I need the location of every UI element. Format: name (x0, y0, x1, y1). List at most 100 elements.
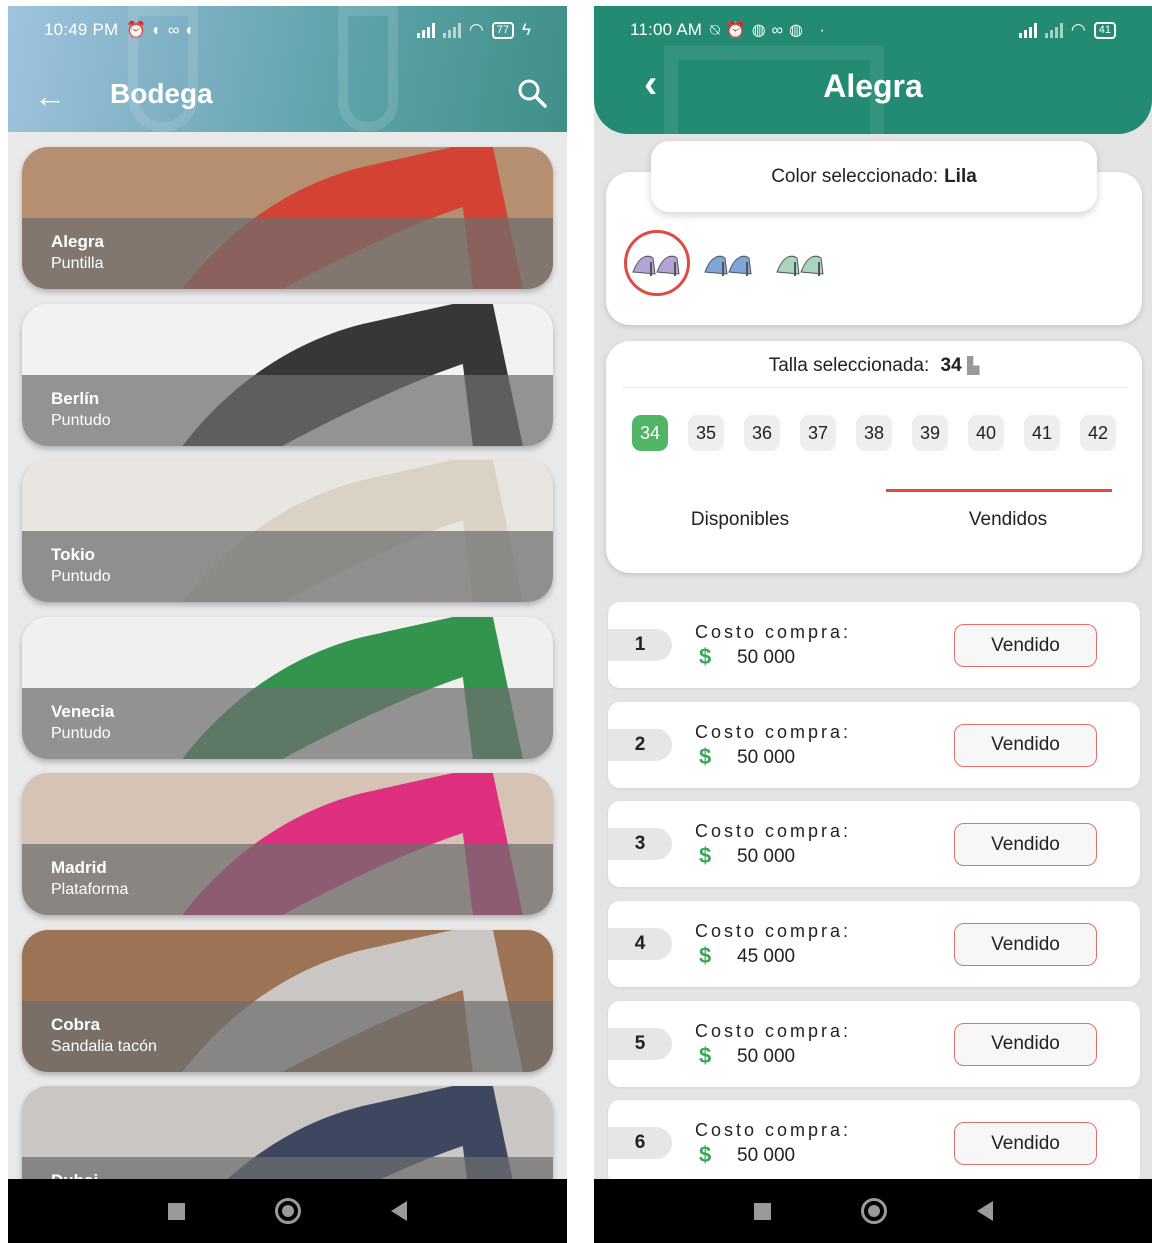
phone-screen-bodega: 10:49 PM ⏰◐∞◐ ◠ 77 ϟ ← Bodega Alegra Punt… (8, 6, 567, 1243)
dollar-icon: $ (699, 1142, 712, 1168)
tab-sold[interactable]: Vendidos (874, 481, 1142, 541)
recents-icon[interactable] (168, 1202, 185, 1220)
sold-list: 1 Costo compra: $50 000 Vendido 2 Costo compr… (608, 602, 1140, 1200)
back-icon[interactable] (976, 1201, 993, 1221)
product-name: Madrid (51, 858, 107, 877)
signal-icon (1018, 22, 1037, 38)
size-option-37[interactable]: 37 (800, 415, 836, 451)
search-icon[interactable] (515, 76, 549, 110)
page-title: Bodega (110, 78, 213, 109)
sold-item-row: 5 Costo compra: $50 000 Vendido (608, 1000, 1140, 1087)
home-icon[interactable] (275, 1198, 301, 1224)
product-card[interactable]: Berlín Puntudo (22, 303, 553, 446)
android-nav-bar (8, 1179, 567, 1243)
cost-value: 50 000 (737, 846, 796, 868)
page-title: Alegra (823, 68, 923, 104)
product-label-band (22, 844, 553, 915)
size-option-42[interactable]: 42 (1080, 415, 1116, 451)
sold-button[interactable]: Vendido (954, 1122, 1097, 1166)
sold-item-row: 4 Costo compra: $45 000 Vendido (608, 901, 1140, 988)
home-icon[interactable] (860, 1198, 887, 1224)
cost-value: 50 000 (737, 1145, 796, 1167)
size-option-40[interactable]: 40 (968, 415, 1004, 451)
cost-label: Costo compra: (695, 1120, 852, 1141)
status-time: 10:49 PM (44, 20, 119, 39)
cost-value: 50 000 (737, 647, 796, 668)
cost-label: Costo compra: (695, 921, 852, 942)
product-category: Sandalia tacón (51, 1037, 157, 1055)
product-label-band (22, 531, 553, 602)
signal-icon (1044, 22, 1063, 38)
sold-button[interactable]: Vendido (954, 823, 1097, 867)
product-label-band (22, 374, 553, 446)
sold-item-row: 6 Costo compra: $50 000 Vendido (608, 1100, 1140, 1187)
tabs: Disponibles Vendidos (606, 481, 1142, 541)
size-option-41[interactable]: 41 (1024, 415, 1060, 451)
status-right: ◠ 41 (1018, 20, 1116, 40)
product-card[interactable]: Madrid Plataforma (22, 773, 553, 915)
color-swatches (624, 230, 834, 296)
size-options: 34 35 36 37 38 39 40 41 42 (632, 415, 1116, 451)
product-name: Cobra (51, 1014, 101, 1034)
sold-button[interactable]: Vendido (954, 1022, 1097, 1066)
back-icon[interactable] (391, 1201, 407, 1221)
product-category: Puntilla (51, 255, 104, 272)
product-category: Puntudo (51, 568, 111, 585)
wifi-icon: ◠ (468, 20, 484, 39)
alarm-icon: ⍉⏰◍∞◍ · (710, 22, 831, 39)
product-card[interactable]: Cobra Sandalia tacón (22, 929, 553, 1072)
product-card[interactable]: Tokio Puntudo (22, 460, 553, 602)
cost-label: Costo compra: (695, 622, 852, 642)
color-value: Lila (944, 165, 977, 187)
dollar-icon: $ (699, 843, 712, 869)
recents-icon[interactable] (753, 1202, 771, 1220)
tab-available[interactable]: Disponibles (606, 481, 874, 541)
dollar-icon: $ (699, 943, 712, 969)
status-bar: 11:00 AM ⍉⏰◍∞◍ · ◠ 41 (594, 6, 1152, 54)
sold-button[interactable]: Vendido (954, 723, 1097, 767)
back-arrow-icon[interactable]: ← (34, 78, 66, 115)
dollar-icon: $ (699, 743, 712, 769)
product-card[interactable]: Venecia Puntudo (22, 616, 553, 759)
ruler-icon: ▙ (966, 358, 980, 375)
size-label: Talla seleccionada: (768, 355, 935, 376)
item-number: 6 (608, 1127, 672, 1160)
selected-size-heading: Talla seleccionada: 34 ▙ (606, 355, 1142, 377)
size-option-35[interactable]: 35 (688, 415, 724, 451)
status-right: ◠ 77 ϟ (416, 20, 531, 40)
product-name: Venecia (51, 701, 115, 721)
alarm-icon: ⏰◐∞◐ (126, 22, 202, 39)
item-number: 3 (608, 828, 672, 861)
signal-icon (442, 22, 461, 38)
cost-label: Costo compra: (695, 721, 852, 742)
product-name: Alegra (51, 232, 104, 251)
product-card[interactable]: Alegra Puntilla (22, 147, 553, 289)
size-value: 34 (940, 355, 962, 376)
color-swatch-verde[interactable] (768, 230, 834, 296)
cost-label: Costo compra: (695, 821, 852, 842)
size-option-34[interactable]: 34 (632, 415, 668, 451)
cost-label: Costo compra: (695, 1020, 852, 1041)
product-category: Puntudo (51, 411, 111, 429)
divider (622, 387, 1126, 388)
size-option-36[interactable]: 36 (744, 415, 780, 451)
color-swatch-lila[interactable] (624, 230, 690, 296)
charging-icon: ϟ (522, 20, 531, 39)
sold-button[interactable]: Vendido (954, 624, 1097, 667)
size-option-39[interactable]: 39 (912, 415, 948, 451)
status-bar: 10:49 PM ⏰◐∞◐ ◠ 77 ϟ (8, 6, 567, 54)
sold-button[interactable]: Vendido (954, 923, 1097, 967)
item-number: 1 (608, 629, 672, 661)
dollar-icon: $ (699, 644, 712, 669)
color-swatch-azul[interactable] (696, 230, 762, 296)
size-selector-card: Talla seleccionada: 34 ▙ 34 35 36 37 38 39 40 4… (606, 341, 1142, 573)
cost-value: 50 000 (737, 746, 796, 768)
android-nav-bar (594, 1179, 1152, 1243)
phone-screen-detail: 11:00 AM ⍉⏰◍∞◍ · ◠ 41 ‹ Alegra Color sel… (594, 6, 1152, 1243)
sold-item-row: 1 Costo compra: $50 000 Vendido (608, 602, 1140, 688)
product-name: Tokio (51, 545, 96, 564)
item-number: 5 (608, 1027, 672, 1060)
size-option-38[interactable]: 38 (856, 415, 892, 451)
sold-item-row: 3 Costo compra: $50 000 Vendido (608, 801, 1140, 888)
cost-value: 50 000 (737, 1045, 796, 1067)
